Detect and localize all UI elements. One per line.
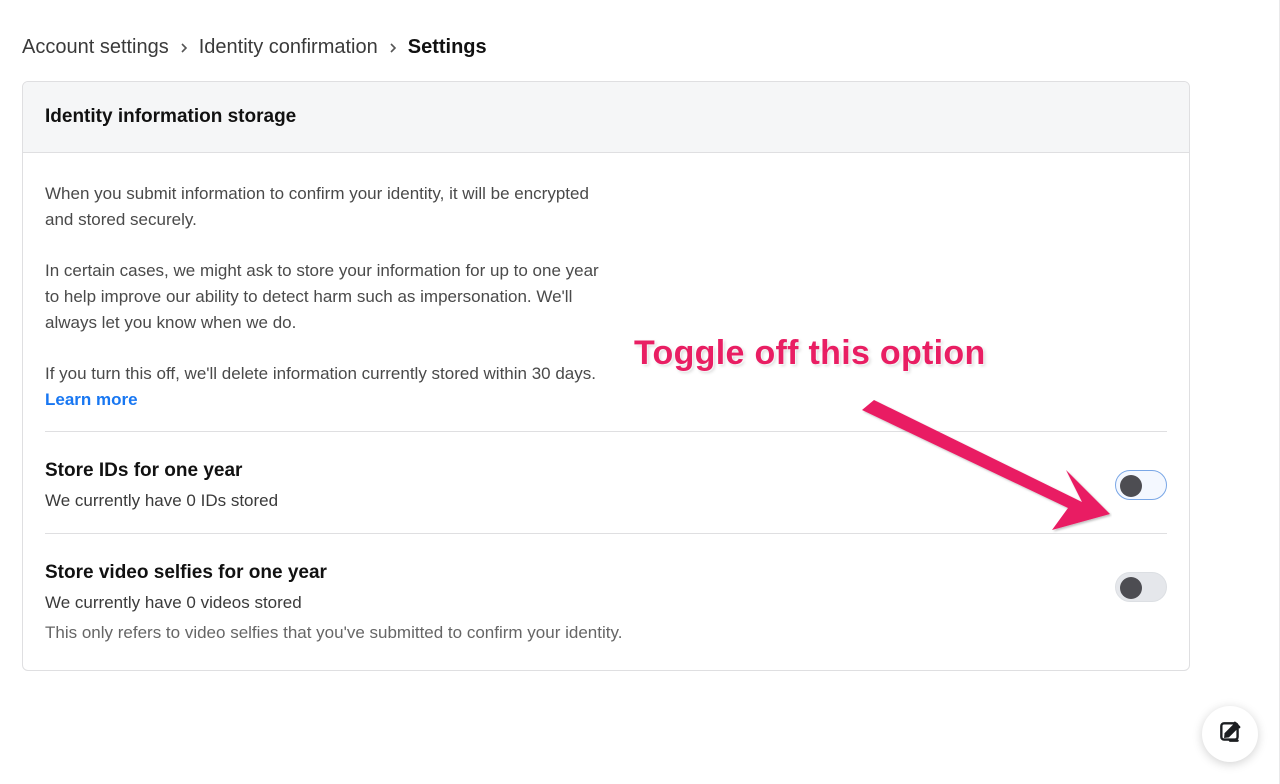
intro-paragraph-3-text: If you turn this off, we'll delete infor… xyxy=(45,364,596,383)
toggle-store-ids[interactable] xyxy=(1115,470,1167,500)
identity-storage-card: Identity information storage When you su… xyxy=(22,81,1190,671)
breadcrumb-current-settings: Settings xyxy=(408,36,487,59)
toggle-knob-icon xyxy=(1120,475,1142,497)
card-title: Identity information storage xyxy=(23,82,1189,153)
setting-subtitle-store-video-selfies: We currently have 0 videos stored xyxy=(45,590,622,616)
compose-button[interactable] xyxy=(1202,706,1258,762)
chevron-right-icon xyxy=(388,41,398,55)
chevron-right-icon xyxy=(179,41,189,55)
setting-help-store-video-selfies: This only refers to video selfies that y… xyxy=(45,620,622,646)
setting-title-store-video-selfies: Store video selfies for one year xyxy=(45,562,622,584)
toggle-store-video-selfies[interactable] xyxy=(1115,572,1167,602)
edit-icon xyxy=(1217,719,1243,750)
intro-paragraph-2: In certain cases, we might ask to store … xyxy=(45,258,605,337)
breadcrumb-account-settings[interactable]: Account settings xyxy=(22,36,169,59)
breadcrumb-identity-confirmation[interactable]: Identity confirmation xyxy=(199,36,378,59)
learn-more-link[interactable]: Learn more xyxy=(45,390,138,409)
setting-row-store-video-selfies: Store video selfies for one year We curr… xyxy=(45,533,1167,661)
setting-subtitle-store-ids: We currently have 0 IDs stored xyxy=(45,488,278,514)
intro-paragraph-1: When you submit information to confirm y… xyxy=(45,181,605,234)
breadcrumb: Account settings Identity confirmation S… xyxy=(22,36,1258,59)
intro-paragraph-3: If you turn this off, we'll delete infor… xyxy=(45,361,605,414)
setting-title-store-ids: Store IDs for one year xyxy=(45,460,278,482)
setting-row-store-ids: Store IDs for one year We currently have… xyxy=(45,431,1167,532)
toggle-knob-icon xyxy=(1120,577,1142,599)
